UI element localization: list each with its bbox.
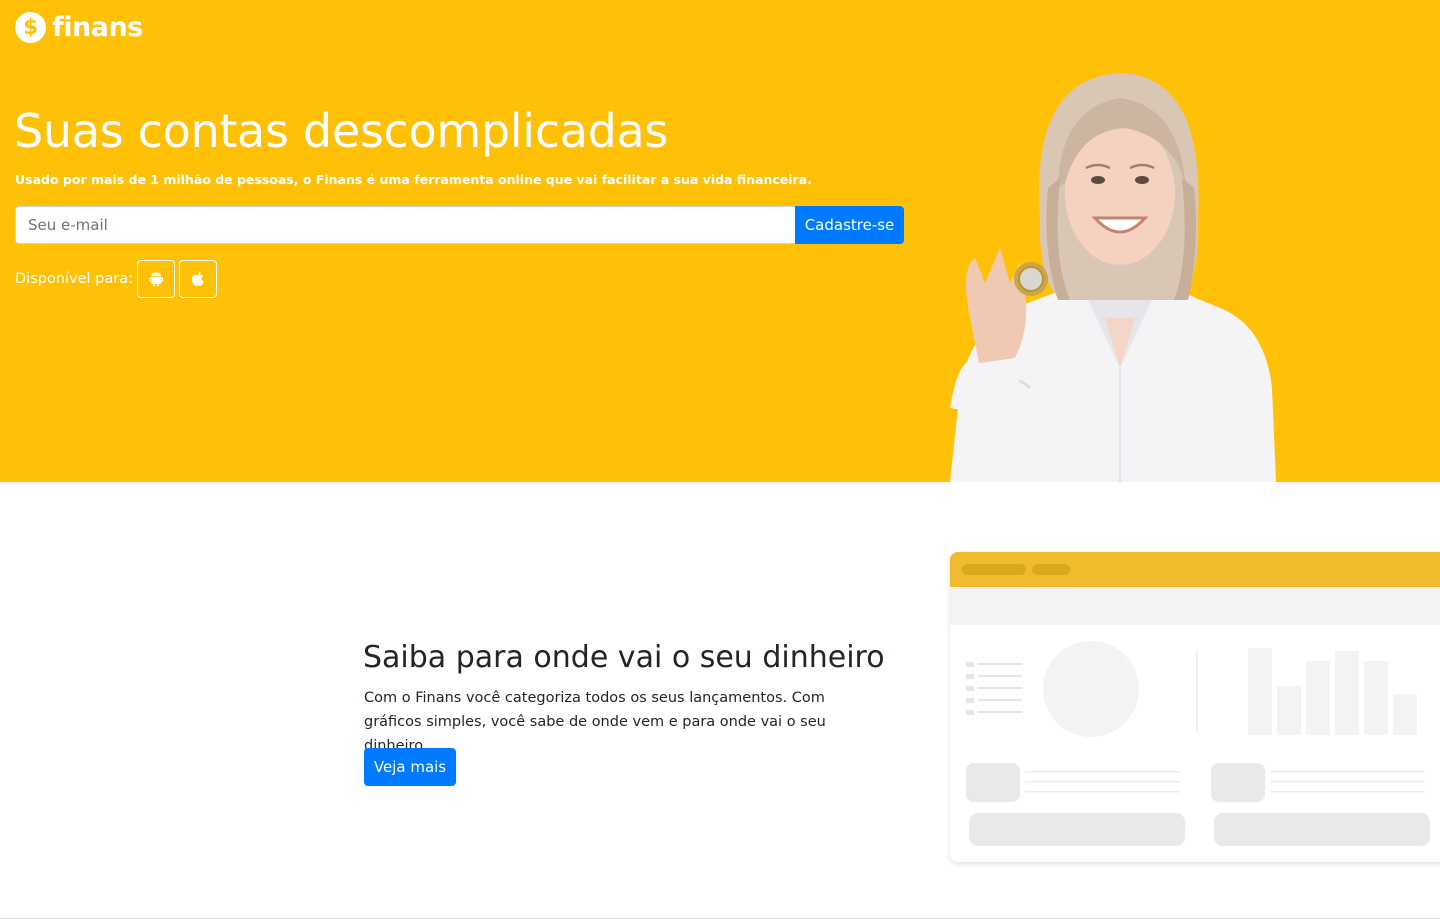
dashboard-illustration (950, 552, 1440, 846)
available-label: Disponível para: (15, 271, 134, 287)
apple-icon (192, 271, 204, 286)
logo-symbol: $ (23, 15, 38, 39)
android-button[interactable] (137, 260, 176, 298)
platforms-row: Disponível para: (15, 260, 218, 298)
see-more-button[interactable]: Veja mais (364, 748, 456, 786)
dollar-coin-icon: $ (15, 12, 46, 43)
hero-title: Suas contas descomplicadas (14, 104, 669, 158)
signup-button[interactable]: Cadastre-se (795, 206, 904, 244)
dashboard-mockup-image (950, 552, 1440, 862)
section-divider (0, 918, 1440, 919)
signup-form: Cadastre-se (15, 206, 904, 244)
brand-logo[interactable]: $ finans (15, 12, 143, 43)
woman-holding-coin-image (950, 73, 1276, 482)
apple-button[interactable] (179, 260, 218, 298)
android-icon (149, 272, 164, 287)
feature-title: Saiba para onde vai o seu dinheiro (363, 640, 885, 675)
hero-subtitle: Usado por mais de 1 milhão de pessoas, o… (15, 172, 812, 187)
hero-section: $ finans Suas contas descomplicadas Usad… (0, 0, 1440, 482)
brand-name: finans (52, 12, 143, 43)
email-input[interactable] (15, 206, 795, 244)
